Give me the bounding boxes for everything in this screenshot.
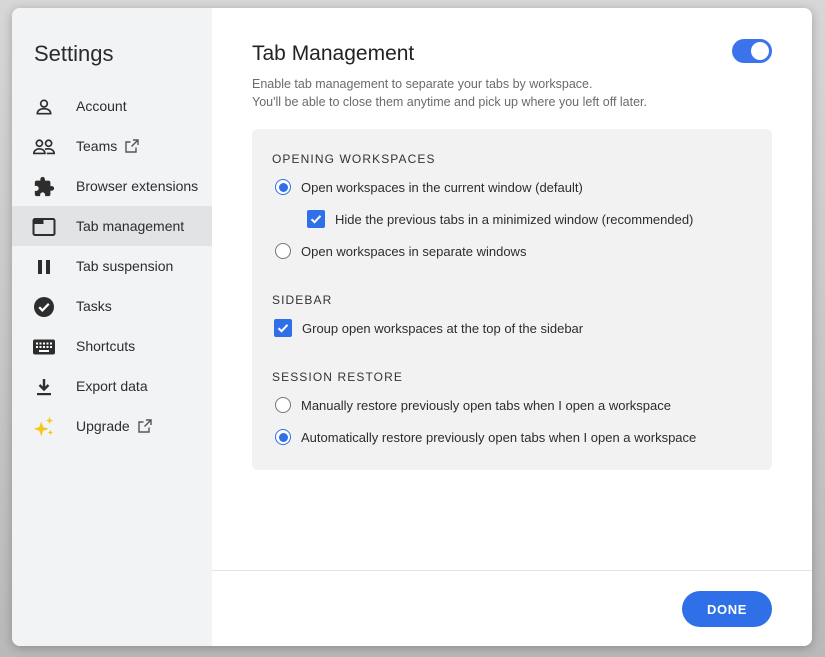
check-circle-icon — [32, 295, 56, 319]
settings-content: Tab Management Enable tab management to … — [212, 8, 812, 646]
sidebar-item-label: Export data — [76, 378, 148, 394]
footer-divider — [212, 570, 812, 571]
toggle-knob — [751, 42, 769, 60]
checkbox[interactable] — [307, 210, 325, 228]
sidebar-title: Settings — [34, 41, 114, 66]
sidebar-item-tasks[interactable]: Tasks — [12, 286, 212, 326]
sidebar-item-shortcuts[interactable]: Shortcuts — [12, 326, 212, 366]
checkmark-icon — [277, 324, 289, 333]
options-panel: OPENING WORKSPACES Open workspaces in th… — [252, 129, 772, 470]
option-label: Hide the previous tabs in a minimized wi… — [335, 211, 694, 227]
radio-button[interactable] — [275, 179, 291, 195]
sparkle-icon — [32, 415, 56, 439]
section-heading-sidebar: SIDEBAR — [272, 293, 333, 307]
sidebar-item-label: Tasks — [76, 298, 112, 314]
option-label: Manually restore previously open tabs wh… — [301, 397, 671, 413]
sidebar-item-label: Account — [76, 98, 127, 114]
sidebar-item-label: Browser extensions — [76, 178, 199, 194]
radio-option-separate-windows[interactable]: Open workspaces in separate windows — [275, 243, 526, 259]
page-title: Tab Management — [252, 42, 415, 65]
radio-option-manual-restore[interactable]: Manually restore previously open tabs wh… — [275, 397, 671, 413]
option-label: Group open workspaces at the top of the … — [302, 320, 584, 336]
keyboard-icon — [32, 335, 56, 359]
radio-option-automatic-restore[interactable]: Automatically restore previously open ta… — [275, 429, 696, 445]
description-line: Enable tab management to separate your t… — [252, 77, 593, 91]
radio-button[interactable] — [275, 397, 291, 413]
sidebar-item-tab-suspension[interactable]: Tab suspension — [12, 246, 212, 286]
section-heading-opening-workspaces: OPENING WORKSPACES — [272, 152, 436, 166]
people-icon — [32, 135, 56, 159]
sidebar-item-label: Tab management — [76, 218, 185, 234]
sidebar-item-label: Upgrade — [76, 418, 152, 434]
sidebar-item-tab-management[interactable]: Tab management — [12, 206, 212, 246]
checkmark-icon — [310, 215, 322, 224]
checkbox-option-hide-previous-tabs[interactable]: Hide the previous tabs in a minimized wi… — [307, 210, 693, 228]
option-label: Open workspaces in separate windows — [301, 243, 527, 259]
done-button[interactable]: DONE — [682, 591, 772, 627]
download-icon — [32, 375, 56, 399]
external-link-icon — [125, 139, 139, 153]
sidebar-item-account[interactable]: Account — [12, 86, 212, 126]
sidebar-item-label: Tab suspension — [76, 258, 174, 274]
description-line: You'll be able to close them anytime and… — [252, 95, 647, 109]
settings-dialog: Settings Account Teams Browser extension… — [12, 8, 812, 646]
person-icon — [32, 95, 56, 119]
checkbox-option-group-workspaces[interactable]: Group open workspaces at the top of the … — [274, 319, 583, 337]
sidebar-item-label: Shortcuts — [76, 338, 136, 354]
sidebar-item-teams[interactable]: Teams — [12, 126, 212, 166]
radio-button[interactable] — [275, 243, 291, 259]
section-heading-session-restore: SESSION RESTORE — [272, 370, 403, 384]
settings-sidebar: Settings Account Teams Browser extension… — [12, 8, 212, 646]
radio-button[interactable] — [275, 429, 291, 445]
pause-icon — [32, 255, 56, 279]
tab-management-toggle[interactable] — [732, 39, 772, 63]
settings-nav: Account Teams Browser extensions Tab man… — [12, 86, 212, 446]
sidebar-item-browser-extensions[interactable]: Browser extensions — [12, 166, 212, 206]
tab-icon — [32, 215, 56, 239]
puzzle-icon — [32, 175, 56, 199]
option-label: Open workspaces in the current window (d… — [301, 179, 583, 195]
external-link-icon — [138, 419, 152, 433]
sidebar-item-export-data[interactable]: Export data — [12, 366, 212, 406]
radio-option-current-window[interactable]: Open workspaces in the current window (d… — [275, 179, 583, 195]
option-label: Automatically restore previously open ta… — [301, 429, 697, 445]
checkbox[interactable] — [274, 319, 292, 337]
sidebar-item-label: Teams — [76, 138, 139, 154]
page-description: Enable tab management to separate your t… — [252, 75, 647, 111]
sidebar-item-upgrade[interactable]: Upgrade — [12, 406, 212, 446]
